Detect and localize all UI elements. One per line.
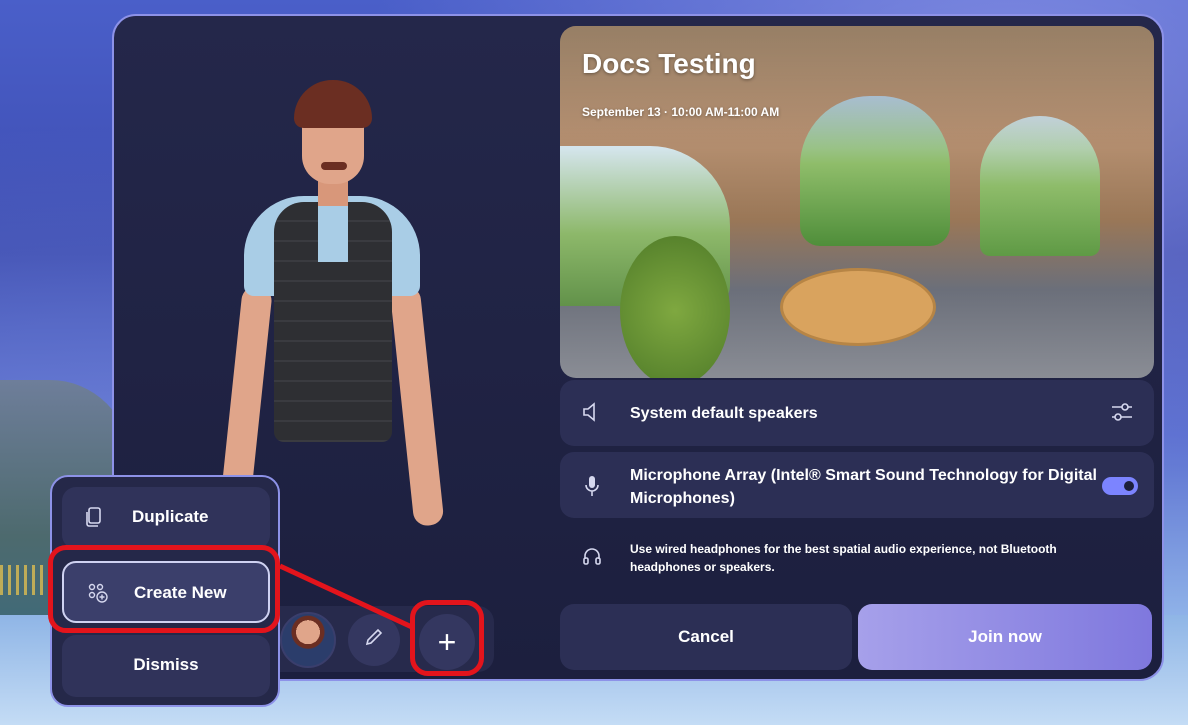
create-new-highlight (48, 545, 280, 633)
add-button-highlight (410, 600, 484, 676)
